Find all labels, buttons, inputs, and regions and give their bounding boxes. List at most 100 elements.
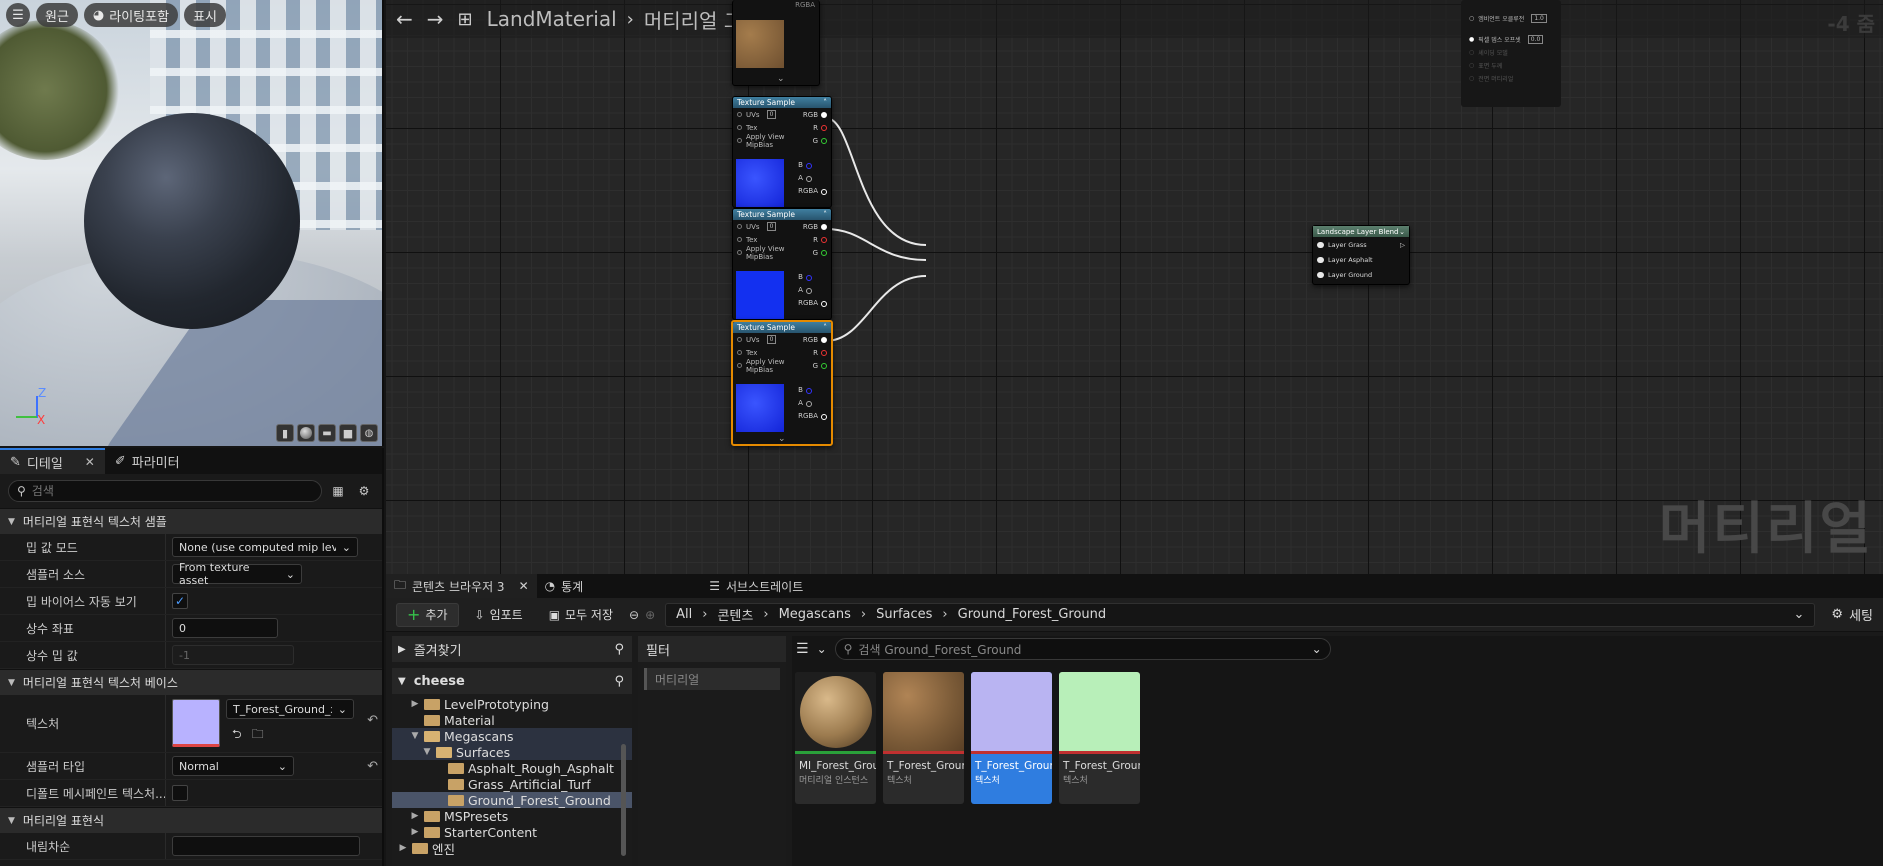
search-icon[interactable]: ⚲ (614, 674, 624, 689)
sampler-type-combo[interactable]: Normal ⌄ (172, 756, 294, 776)
section-texture-base[interactable]: ▼ 머티리얼 표현식 텍스처 베이스 (0, 669, 382, 695)
texture-asset-combo[interactable]: T_Forest_Ground_x ⌄ (226, 699, 354, 719)
cylinder-preview-button[interactable]: ▮ (276, 424, 294, 442)
layer-pin-ground[interactable]: Layer Ground (1313, 267, 1409, 282)
tree-scrollbar[interactable] (621, 744, 626, 856)
pin-value[interactable]: 0 (766, 335, 777, 344)
tab-stats[interactable]: ◔ 통계 (537, 574, 592, 598)
import-button[interactable]: ⇩ 임포트 (465, 603, 533, 627)
teapot-preview-button[interactable]: ◍ (360, 424, 378, 442)
path-segment[interactable]: All (676, 607, 692, 622)
reset-arrow-icon[interactable]: ↶ (367, 713, 378, 728)
lighting-label: 라이팅포함 (109, 9, 170, 25)
path-segment[interactable]: Surfaces (876, 607, 932, 622)
plane-preview-button[interactable]: ▬ (318, 424, 336, 442)
history-back-icon[interactable]: ⊖ (629, 608, 639, 622)
collapse-icon[interactable]: ˄ (823, 98, 827, 107)
tree-item[interactable]: ▶ 엔진 (392, 840, 632, 857)
texture-sample-node-3[interactable]: Texture Sample ˄ UVs 0 RGB Tex R Apply View … (731, 320, 833, 446)
layer-pin-grass[interactable]: Layer Grass ▷ (1313, 237, 1409, 252)
sphere-preview-button[interactable] (297, 424, 315, 442)
tab-substrate[interactable]: ☰ 서브스트레이트 (701, 574, 811, 598)
add-button[interactable]: + 추가 (396, 602, 459, 627)
pin-value[interactable]: 0.0 (1527, 35, 1544, 44)
asset-search-row: ☰ ⌄ ⚲ 검색 Ground_Forest_Ground ⌄ (796, 638, 1331, 660)
show-button[interactable]: 표시 (184, 3, 226, 27)
tree-item[interactable]: Material (392, 712, 632, 728)
material-graph[interactable]: ← → ⊞ LandMaterial › 머티리얼 그래프 -4 줌 머티리얼 … (386, 0, 1883, 574)
path-segment[interactable]: Ground_Forest_Ground (958, 607, 1107, 622)
pin-label: B (798, 386, 803, 394)
chevron-down-icon[interactable]: ⌄ (1399, 228, 1405, 236)
node-pin: RGBA (798, 410, 827, 423)
texture-sample-node-2[interactable]: Texture Sample ˄ UVs 0 RGB Tex R Apply View … (732, 208, 832, 320)
sampler-source-combo[interactable]: From texture asset ⌄ (172, 561, 302, 587)
asset-tile-t-forest-ground-normal[interactable]: T_Forest_Ground_ 텍스처 (971, 672, 1052, 804)
save-all-button[interactable]: ▣ 모두 저장 (539, 603, 623, 627)
chevron-down-icon[interactable]: ⌄ (1794, 607, 1805, 622)
settings-button[interactable]: ⚙ 세팅 (1821, 605, 1873, 624)
path-segment[interactable]: Megascans (779, 607, 851, 622)
close-icon[interactable]: ✕ (85, 455, 95, 469)
landscape-layer-blend-node[interactable]: Landscape Layer Blend ⌄ Layer Grass ▷ Laye… (1312, 225, 1410, 285)
mip-mode-combo[interactable]: None (use computed mip level ⌄ (172, 537, 358, 557)
chevron-down-icon[interactable]: ⌄ (817, 642, 827, 656)
use-selected-arrow-icon[interactable]: ⮌ (232, 725, 242, 746)
tree-label: Grass_Artificial_Turf (468, 776, 591, 792)
tree-item[interactable]: ▼ Surfaces (392, 744, 632, 760)
layer-pin-asphalt[interactable]: Layer Asphalt (1313, 252, 1409, 267)
const-coord-input[interactable]: 0 (172, 618, 278, 638)
output-pin-icon[interactable]: ▷ (1400, 241, 1405, 249)
search-icon[interactable]: ⚲ (614, 642, 624, 657)
tree-item[interactable]: Asphalt_Rough_Asphalt (392, 760, 632, 776)
texture-thumbnail[interactable] (172, 699, 220, 747)
asset-tile-mi-forest-ground[interactable]: MI_Forest_Ground_ 머티리얼 인스턴스 (795, 672, 876, 804)
browse-folder-icon[interactable]: 🗀 (252, 725, 264, 746)
favorites-header[interactable]: ▶ 즐겨찾기 ⚲ (392, 636, 632, 662)
tree-item[interactable]: Grass_Artificial_Turf (392, 776, 632, 792)
asset-search-input[interactable]: ⚲ 검색 Ground_Forest_Ground ⌄ (834, 638, 1331, 660)
texture-sample-node-1[interactable]: Texture Sample ˄ UVs 0 RGB Tex R Apply View … (732, 96, 832, 208)
filter-icon[interactable]: ☰ (796, 641, 809, 657)
collapse-icon[interactable]: ˄ (823, 210, 827, 219)
desc-input[interactable] (172, 836, 360, 856)
cube-preview-button[interactable]: ■ (339, 424, 357, 442)
texture-node-partial[interactable]: RGBA ⌄ (732, 0, 820, 86)
view-mode-button[interactable]: 원근 (36, 3, 78, 27)
viewport-menu-button[interactable]: ☰ (6, 3, 30, 27)
asset-tile-t-forest-ground-orm[interactable]: T_Forest_Ground_ 텍스처 (1059, 672, 1140, 804)
mip-bias-checkbox[interactable]: ✓ (172, 593, 188, 609)
favorites-label: 즐겨찾기 (413, 643, 462, 659)
section-texture-sample[interactable]: ▼ 머티리얼 표현식 텍스처 샘플 (0, 508, 382, 534)
tree-item[interactable]: Ground_Forest_Ground (392, 792, 632, 808)
pin-value[interactable]: 0 (766, 110, 777, 119)
collapse-icon[interactable]: ˄ (823, 323, 827, 332)
pin-value[interactable]: 1.0 (1531, 14, 1547, 23)
expand-chevron-icon[interactable]: ⌄ (778, 434, 786, 444)
tree-item[interactable]: ▶ MSPresets (392, 808, 632, 824)
tab-details[interactable]: ✎ 디테일 ✕ (0, 448, 105, 474)
project-header[interactable]: ▼ cheese ⚲ (392, 668, 632, 694)
default-meshpaint-checkbox[interactable] (172, 785, 188, 801)
tree-item[interactable]: ▼ Megascans (392, 728, 632, 744)
asset-tile-t-forest-ground-albedo[interactable]: T_Forest_Ground_ 텍스처 (883, 672, 964, 804)
lighting-button[interactable]: ◕ 라이팅포함 (83, 3, 179, 27)
reset-arrow-icon[interactable]: ↶ (367, 759, 378, 774)
filter-chip-material[interactable]: 머티리얼 (644, 668, 780, 690)
preview-viewport[interactable]: ☰ 원근 ◕ 라이팅포함 표시 Z X ▮ ▬ ■ ◍ (0, 0, 384, 446)
history-forward-icon[interactable]: ⊕ (645, 608, 655, 622)
chevron-down-icon[interactable]: ⌄ (1312, 642, 1322, 656)
material-result-node[interactable]: ○ 엠비언트 오클루전 1.0 ● 픽셀 뎁스 오프셋 0.0 ○ 셰이딩 모델 ○ 표면 … (1461, 0, 1561, 107)
table-view-button[interactable]: ▦ (328, 481, 348, 501)
pin-value[interactable]: 0 (766, 222, 777, 231)
details-search-input[interactable] (31, 484, 313, 498)
tree-item[interactable]: ▶ StarterContent (392, 824, 632, 840)
section-expression[interactable]: ▼ 머티리얼 표현식 (0, 807, 382, 833)
tab-parameters[interactable]: ✐ 파라미터 (105, 448, 190, 474)
path-segment[interactable]: 콘텐츠 (717, 605, 753, 624)
close-icon[interactable]: ✕ (519, 579, 529, 593)
expand-chevron-icon[interactable]: ⌄ (777, 74, 785, 84)
tab-content-browser[interactable]: 🗀 콘텐츠 브라우저 3 ✕ (386, 574, 537, 598)
tree-item[interactable]: ▶ LevelPrototyping (392, 696, 632, 712)
details-settings-button[interactable]: ⚙ (354, 481, 374, 501)
